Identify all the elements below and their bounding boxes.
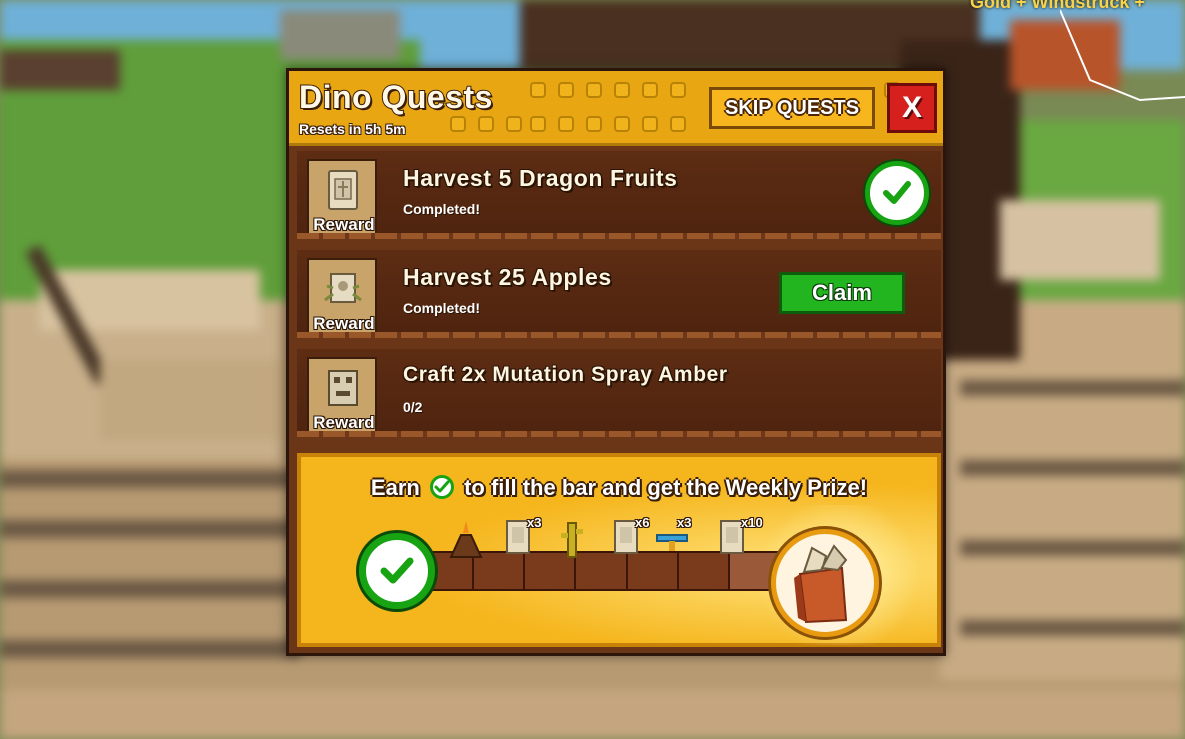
- quest-row-2: Reward Harvest 25 Apples Completed! Clai…: [297, 250, 941, 338]
- reward-label: Reward: [313, 215, 375, 234]
- dino-quests-panel: Dino Quests Resets in 5h 5m SKIP QUESTS …: [286, 68, 946, 656]
- panel-title: Dino Quests: [298, 78, 493, 116]
- weekly-text-after: to fill the bar and get the Weekly Prize…: [464, 475, 868, 500]
- weekly-prize-reward[interactable]: [771, 529, 879, 637]
- quest-status: Completed!: [403, 300, 480, 316]
- milestone-seed-pack: x10: [719, 515, 763, 559]
- check-token-icon: [359, 533, 435, 609]
- milestone-count: x6: [635, 515, 650, 530]
- milestone-count: x3: [527, 515, 542, 530]
- totem-icon: [328, 370, 358, 406]
- completed-check-icon: [865, 161, 929, 225]
- reward-label: Reward: [313, 314, 375, 333]
- reset-timer: Resets in 5h 5m: [299, 121, 406, 137]
- close-button[interactable]: X: [887, 83, 937, 133]
- reward-label: Reward: [313, 413, 375, 432]
- quest-row-1: Reward Harvest 5 Dragon Fruits Completed…: [297, 151, 941, 239]
- quest-name: Harvest 5 Dragon Fruits: [403, 165, 678, 191]
- skip-quests-button[interactable]: SKIP QUESTS: [709, 87, 875, 129]
- milestone-count: x10: [741, 515, 763, 530]
- milestone-volcano: [449, 519, 483, 559]
- quest-name: Harvest 25 Apples: [403, 264, 612, 290]
- milestone-seed-pack: x3: [505, 515, 541, 559]
- quest-name: Craft 2x Mutation Spray Amber: [403, 363, 728, 386]
- cactus-icon: [561, 522, 583, 558]
- milestone-count: x3: [677, 515, 692, 530]
- white-outline-line: [1060, 9, 1185, 102]
- weekly-prize-section: Earn to fill the bar and get the Weekly …: [297, 453, 941, 647]
- weekly-prize-instructions: Earn to fill the bar and get the Weekly …: [301, 475, 937, 501]
- quest-reward-box: Reward: [307, 357, 377, 433]
- panel-header: Dino Quests Resets in 5h 5m SKIP QUESTS …: [289, 71, 943, 146]
- milestone-sprinkler: x3: [655, 515, 691, 559]
- quest-reward-box: Reward: [307, 258, 377, 334]
- claim-button[interactable]: Claim: [779, 272, 905, 314]
- quest-row-3: Reward Craft 2x Mutation Spray Amber 0/2: [297, 349, 941, 437]
- quest-reward-box: Reward: [307, 159, 377, 235]
- quest-progress: 0/2: [403, 399, 423, 415]
- gift-bag-icon: [794, 544, 848, 624]
- seed-pack-icon: [328, 170, 358, 210]
- weekly-text-before: Earn: [370, 475, 420, 500]
- quest-status: Completed!: [403, 201, 480, 217]
- crate-icon: [324, 273, 362, 303]
- volcano-icon: [449, 521, 483, 558]
- check-token-icon: [429, 475, 454, 499]
- milestone-cactus: [559, 519, 593, 559]
- milestone-seed-pack: x6: [613, 515, 649, 559]
